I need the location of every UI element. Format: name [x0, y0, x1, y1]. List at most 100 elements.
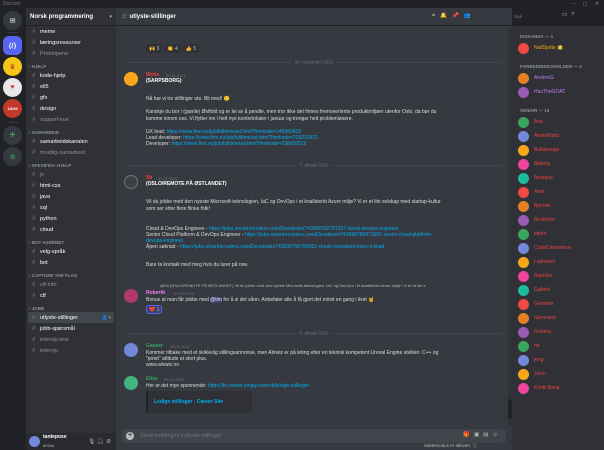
window-controls[interactable]: – ▢ ✕: [573, 0, 602, 8]
channel-ctf[interactable]: # ctf: [26, 290, 116, 301]
avatar[interactable]: [124, 289, 138, 303]
members-icon[interactable]: 👥: [464, 13, 476, 19]
help-icon[interactable]: ?: [571, 12, 578, 18]
member-item[interactable]: Ada: [518, 116, 543, 128]
message-author[interactable]: Gaseer: [146, 343, 163, 349]
channel-ctf-info[interactable]: # ctf-info: [26, 279, 116, 290]
channel-python[interactable]: # python: [26, 213, 116, 224]
channel-bot[interactable]: # bot: [26, 257, 116, 268]
gif-icon[interactable]: ▣: [474, 432, 483, 438]
sticker-icon[interactable]: ▤: [483, 432, 492, 438]
channel-gfx[interactable]: # gfx: [26, 92, 116, 103]
channel-design[interactable]: # design: [26, 103, 116, 114]
career-link[interactable]: https://fri.career.emply.com/nb/ledige-s…: [208, 383, 309, 389]
message-input[interactable]: Send melding til #utlyste-stillinger: [140, 433, 222, 439]
server-icon-norsk-programmering[interactable]: ⟨/⟩: [3, 36, 22, 55]
channel-samarbeidskanalen[interactable]: # samarbeidskanalen: [26, 136, 116, 147]
avatar[interactable]: [124, 72, 138, 86]
channel-js[interactable]: # js: [26, 169, 116, 180]
search-input[interactable]: Søk: [512, 12, 558, 22]
reaction[interactable]: 👏 4: [164, 44, 181, 53]
gear-icon[interactable]: ⚙: [106, 439, 113, 445]
channel-category[interactable]: › CAPTURE THE FLAG: [26, 268, 116, 279]
message-author[interactable]: Roberth: [146, 290, 165, 296]
channel-Prototipene[interactable]: # Prototipene: [26, 48, 116, 59]
message-author[interactable]: Elise: [146, 376, 158, 382]
member-item[interactable]: HasTheGOAT: [518, 86, 565, 98]
user-mention[interactable]: @tim: [210, 297, 222, 303]
server-icon-3[interactable]: ♥: [3, 78, 22, 97]
pin-icon[interactable]: 📌: [452, 13, 464, 19]
member-item[interactable]: Bikking: [518, 158, 550, 170]
member-item[interactable]: Gruntsy: [518, 326, 552, 338]
channel-sql[interactable]: # sql: [26, 202, 116, 213]
server-icon-2[interactable]: ♛: [3, 57, 22, 76]
gift-icon[interactable]: 🎁: [463, 432, 474, 438]
threads-icon[interactable]: ⌗: [432, 13, 440, 19]
avatar[interactable]: [124, 343, 138, 357]
message-composer[interactable]: + Send melding til #utlyste-stillinger 🎁…: [122, 429, 506, 443]
add-server-icon[interactable]: +: [3, 126, 22, 145]
reply-preview[interactable]: @Sti (OSLO/REMOTE PÅ ØSTLANDET) Vil du j…: [160, 283, 425, 289]
member-item[interactable]: Gjermund: [518, 312, 556, 324]
channel-velg-språk[interactable]: # velg-språk: [26, 246, 116, 257]
member-item[interactable]: Baltabouge: [518, 144, 559, 156]
avatar[interactable]: [124, 376, 138, 390]
member-item[interactable]: Gemmer: [518, 298, 553, 310]
job-link[interactable]: https://www.finn.no/job/fulltime/ad.html…: [172, 141, 307, 147]
channel-category[interactable]: › SPESIFIKK HJELP: [26, 158, 116, 169]
embed-title[interactable]: Ledige stillinger - Career Site: [154, 399, 223, 405]
channel-category[interactable]: › HJELP: [26, 59, 116, 70]
member-item[interactable]: Bjornvk: [518, 200, 551, 212]
channel-læringsressurser[interactable]: # læringsressurser: [26, 37, 116, 48]
server-header[interactable]: Norsk programmering ▾: [26, 8, 116, 26]
server-icon-4[interactable]: 18•09: [3, 99, 22, 118]
microphone-icon[interactable]: 🎙: [88, 439, 97, 445]
channel-category[interactable]: › JOBB: [26, 301, 116, 312]
member-item[interactable]: Brusquo: [518, 172, 553, 184]
explore-servers-icon[interactable]: ⊙: [3, 147, 22, 166]
discord-home-icon[interactable]: ✉: [3, 11, 22, 30]
channel-kode-hjelp[interactable]: # kode-hjelp: [26, 70, 116, 81]
job-link[interactable]: https://jobs.smartrecruiters.com/Devotea…: [180, 244, 385, 250]
channel-java[interactable]: # java: [26, 191, 116, 202]
headphones-icon[interactable]: 🎧: [97, 439, 106, 445]
reaction[interactable]: 👍 5: [182, 44, 200, 53]
member-item[interactable]: Kimbi Bang: [518, 382, 560, 394]
channel-category[interactable]: › SAMARBEID: [26, 125, 116, 136]
member-item[interactable]: Brokfolkn: [518, 214, 555, 226]
member-item[interactable]: Gabriel: [518, 284, 550, 296]
channel-html-css[interactable]: # html-css: [26, 180, 116, 191]
emoji-icon[interactable]: ☺: [492, 432, 502, 438]
avatar[interactable]: [124, 175, 138, 189]
member-item[interactable]: NullSprite 🌟: [518, 42, 563, 54]
member-item[interactable]: AndersG: [518, 72, 554, 84]
member-item[interactable]: hb: [518, 340, 540, 352]
channel-support-koe[interactable]: # support-koe: [26, 114, 116, 125]
member-item[interactable]: Ladmeed: [518, 256, 555, 268]
channel-jobb-spørsmål[interactable]: # jobb-spørsmål: [26, 323, 116, 334]
member-item[interactable]: Ares: [518, 186, 544, 198]
channel-category[interactable]: › BOT HJØRNET: [26, 235, 116, 246]
channel-meme[interactable]: # meme: [26, 26, 116, 37]
member-item[interactable]: bitten: [518, 228, 546, 240]
channel-intervju-test[interactable]: # intervju-test: [26, 334, 116, 345]
reaction[interactable]: ❤️ 1: [146, 305, 163, 314]
invite-icon[interactable]: 👤+: [102, 315, 111, 321]
member-item[interactable]: CodeChameleon: [518, 242, 572, 254]
channel-utlyste-stillinger[interactable]: # utlyste-stillinger 👤+: [28, 312, 114, 323]
message-list[interactable]: 🙌 3 👏 4 👍 5 30. november 2021 Wytis 30.1…: [116, 27, 508, 425]
member-item[interactable]: Ravnlox: [518, 270, 552, 282]
channel-mustlig-samarbeid[interactable]: # mustlig-samarbeid: [26, 147, 116, 158]
channel-cloud[interactable]: # cloud: [26, 224, 116, 235]
avatar[interactable]: [29, 436, 40, 447]
member-item[interactable]: jeng: [518, 354, 543, 366]
reaction[interactable]: 🙌 3: [146, 44, 163, 53]
channel-intervju[interactable]: # intervju: [26, 345, 116, 356]
member-item[interactable]: Jolvn: [518, 368, 546, 380]
attach-plus-icon[interactable]: +: [126, 432, 134, 440]
member-item[interactable]: ArminWaltz: [518, 130, 559, 142]
channel-eli5[interactable]: # eli5: [26, 81, 116, 92]
inbox-icon[interactable]: ▭: [562, 12, 571, 18]
bell-icon[interactable]: 🔔: [440, 13, 452, 19]
